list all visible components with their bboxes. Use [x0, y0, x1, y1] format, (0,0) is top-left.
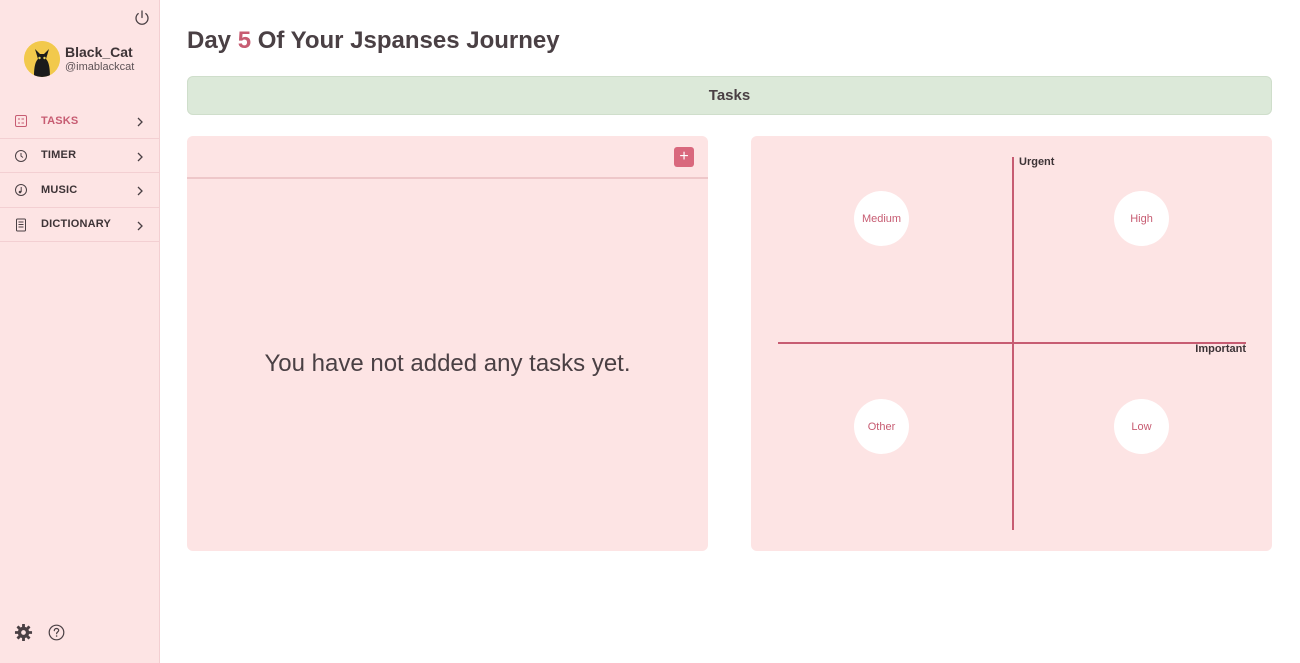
important-axis: [778, 342, 1246, 344]
quadrant-low[interactable]: Low: [1114, 399, 1169, 454]
quadrant-other[interactable]: Other: [854, 399, 909, 454]
sidebar-item-label: TASKS: [41, 114, 79, 127]
help-icon[interactable]: [48, 624, 65, 641]
task-panel-header: +: [187, 136, 708, 179]
quadrant-high[interactable]: High: [1114, 191, 1169, 246]
tasks-icon: [14, 114, 28, 128]
chevron-right-icon: [135, 184, 145, 196]
power-icon[interactable]: [133, 9, 151, 27]
dictionary-icon: [14, 218, 28, 232]
sidebar-item-label: TIMER: [41, 149, 77, 162]
title-suffix: Of Your Jspanses Journey: [251, 27, 560, 54]
music-icon: [14, 183, 28, 197]
add-task-button[interactable]: +: [674, 147, 694, 167]
sidebar-item-label: MUSIC: [41, 183, 78, 196]
sidebar: Black_Cat @imablackcat TASKS TIMER MUSIC…: [0, 0, 160, 663]
empty-tasks-message: You have not added any tasks yet.: [264, 350, 631, 377]
priority-matrix: Urgent Important Medium High Other Low: [751, 136, 1272, 551]
sidebar-item-dictionary[interactable]: DICTIONARY: [0, 208, 159, 242]
title-prefix: Day: [187, 27, 238, 54]
tasks-tab-bar[interactable]: Tasks: [187, 76, 1272, 115]
chevron-right-icon: [135, 115, 145, 127]
sidebar-item-tasks[interactable]: TASKS: [0, 104, 159, 139]
user-handle: @imablackcat: [65, 61, 135, 73]
quadrant-medium[interactable]: Medium: [854, 191, 909, 246]
important-axis-label: Important: [1195, 343, 1246, 355]
gear-icon[interactable]: [14, 623, 33, 642]
task-list-panel: + You have not added any tasks yet.: [187, 136, 708, 551]
sidebar-item-music[interactable]: MUSIC: [0, 173, 159, 208]
page-title: Day 5 Of Your Jspanses Journey: [187, 27, 560, 55]
day-number: 5: [237, 27, 252, 54]
sidebar-item-timer[interactable]: TIMER: [0, 139, 159, 173]
avatar: [24, 41, 60, 77]
sidebar-nav: TASKS TIMER MUSIC DICTIONARY: [0, 104, 159, 242]
chevron-right-icon: [135, 150, 145, 162]
urgent-axis-label: Urgent: [1019, 156, 1055, 168]
clock-icon: [14, 149, 28, 163]
username: Black_Cat: [65, 44, 133, 60]
sidebar-item-label: DICTIONARY: [41, 218, 112, 231]
user-profile: Black_Cat @imablackcat: [24, 41, 134, 77]
chevron-right-icon: [135, 219, 145, 231]
